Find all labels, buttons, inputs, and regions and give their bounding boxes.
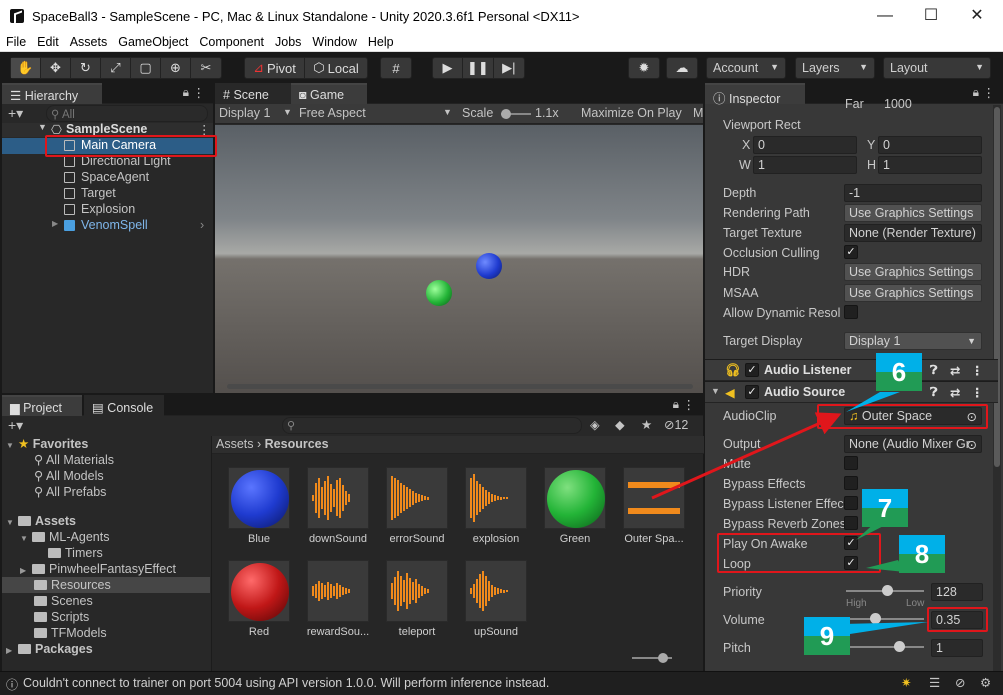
- callout-9: 9: [804, 617, 850, 655]
- status-message[interactable]: Couldn't connect to trainer on port 5004…: [23, 676, 549, 690]
- callout-8: 8: [899, 535, 945, 573]
- debug-mode-icon[interactable]: ⚙: [980, 675, 991, 690]
- callout-pointer: [842, 622, 928, 634]
- database-icon[interactable]: ☰: [929, 675, 940, 690]
- annotation-arrows: [651, 392, 928, 634]
- progress-icon[interactable]: ✷: [901, 675, 911, 690]
- callout-7: 7: [862, 489, 908, 527]
- auto-generate-lighting-icon[interactable]: ⊘: [955, 675, 965, 690]
- callout-6: 6: [876, 353, 922, 391]
- arrow-outer-space-to-audioclip: [651, 412, 842, 500]
- callout-pointer: [846, 392, 900, 412]
- info-icon: ⓘ: [6, 678, 19, 692]
- status-bar: ⓘ Couldn't connect to trainer on port 50…: [0, 671, 1003, 695]
